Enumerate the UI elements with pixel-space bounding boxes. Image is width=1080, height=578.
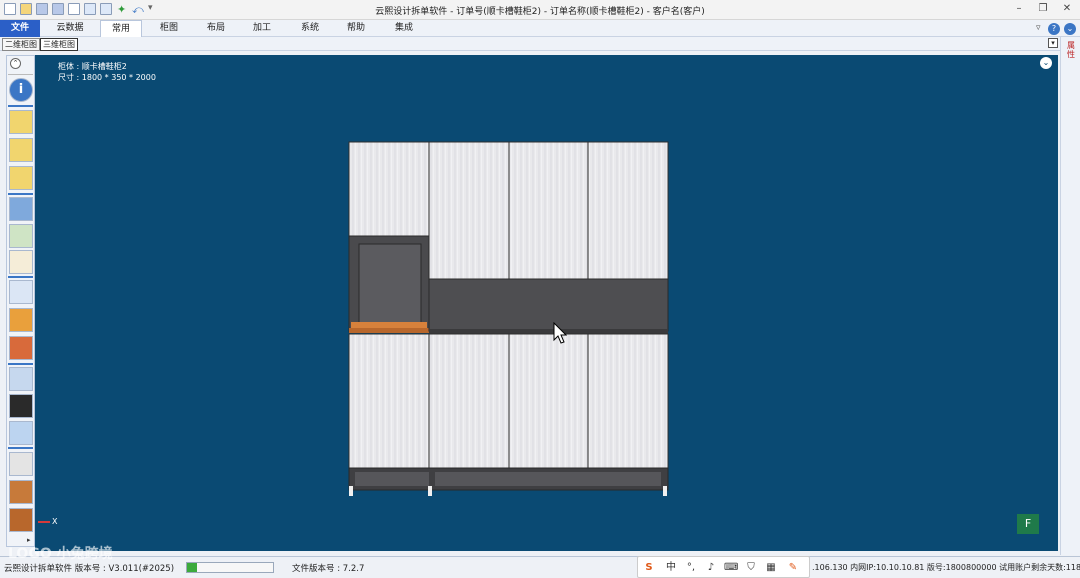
measure-icon[interactable]	[9, 250, 33, 274]
add-part-icon[interactable]	[9, 110, 33, 134]
window-title: 云熙设计拆单软件 - 订单号(顺卡槽鞋柜2) - 订单名称(顺卡槽鞋柜2) - …	[375, 7, 705, 17]
texture-icon[interactable]	[9, 480, 33, 504]
ime-chinese-mode[interactable]: 中	[664, 561, 678, 575]
tab-file[interactable]: 文件	[0, 20, 40, 37]
watermark: LOGO 小兔跨境	[8, 546, 113, 562]
grid-icon[interactable]: ▦	[764, 561, 778, 575]
delete-part-icon[interactable]	[9, 166, 33, 190]
status-bar: 云熙设计拆单软件 版本号 : V3.011(#2025) 文件版本号 : 7.2…	[0, 556, 1080, 578]
tab-2d-view[interactable]: 二维柜图	[2, 38, 40, 51]
cabinet-size: 尺寸 : 1800 * 350 * 2000	[58, 73, 156, 82]
view-menu-icon[interactable]: ▾	[1048, 38, 1058, 48]
tab-cabinet-view[interactable]: 柜图	[150, 20, 188, 37]
process-icon[interactable]	[9, 336, 33, 360]
ribbon-tabs: 文件 云数据 常用 柜图 布局 加工 系统 帮助 集成 ▿ ? ⌄	[0, 20, 1080, 37]
solid-view-icon[interactable]	[9, 508, 33, 532]
tab-common[interactable]: 常用	[100, 20, 142, 37]
tab-cloud-data[interactable]: 云数据	[48, 20, 92, 37]
cabinet-model[interactable]	[345, 140, 671, 500]
mic-icon[interactable]: ♪	[704, 561, 718, 575]
punctuation-mode[interactable]: °,	[684, 561, 698, 575]
tab-help[interactable]: 帮助	[338, 20, 374, 37]
info-icon[interactable]: i	[9, 78, 33, 102]
options-icon[interactable]: ⌄	[1064, 23, 1076, 35]
view-orientation-badge[interactable]: F	[1017, 514, 1039, 534]
tab-3d-view[interactable]: 三维柜图	[40, 38, 78, 51]
left-toolbar: ⌃ i ▸	[6, 55, 35, 547]
minimize-button[interactable]: –	[1010, 2, 1028, 16]
version-label: 云熙设计拆单软件 版本号 : V3.011(#2025)	[4, 564, 175, 574]
wireframe-icon[interactable]	[9, 452, 33, 476]
x-axis-label: X	[52, 517, 58, 526]
keyboard-icon[interactable]: ⌨	[724, 561, 738, 575]
color-mode-icon[interactable]	[9, 394, 33, 418]
panel-list-icon[interactable]	[9, 280, 33, 304]
tab-process[interactable]: 加工	[244, 20, 280, 37]
cabinet-info: 柜体 : 顺卡槽鞋柜2 尺寸 : 1800 * 350 * 2000	[58, 61, 156, 83]
tab-integration[interactable]: 集成	[386, 20, 422, 37]
tab-layout[interactable]: 布局	[198, 20, 234, 37]
property-panel-tab[interactable]: 属性	[1065, 41, 1077, 59]
help-icon[interactable]: ?	[1048, 23, 1060, 35]
tab-system[interactable]: 系统	[292, 20, 328, 37]
file-version-label: 文件版本号 : 7.2.7	[292, 564, 365, 574]
fit-view-icon[interactable]	[9, 224, 33, 248]
title-bar: ✦ ⤺ ▾ 云熙设计拆单软件 - 订单号(顺卡槽鞋柜2) - 订单名称(顺卡槽鞋…	[0, 0, 1080, 20]
close-button[interactable]: ✕	[1058, 2, 1076, 16]
sogou-icon[interactable]: S	[642, 561, 656, 575]
x-axis-indicator	[38, 521, 50, 523]
zoom-icon[interactable]	[9, 421, 33, 445]
collapse-toolbar-icon[interactable]: ⌃	[10, 58, 21, 69]
viewport-options-icon[interactable]: ⌄	[1040, 57, 1052, 69]
network-info: .106.130 内网IP:10.10.10.81 版号:1800800000 …	[812, 563, 1080, 572]
rotate-view-icon[interactable]	[9, 197, 33, 221]
right-property-strip: 属性	[1060, 37, 1080, 555]
tool-icon[interactable]: ✎	[786, 561, 800, 575]
color-material-icon[interactable]	[9, 308, 33, 332]
ime-tray: S 中 °, ♪ ⌨ ⛉ ▦ ✎	[637, 556, 810, 578]
cabinet-name: 柜体 : 顺卡槽鞋柜2	[58, 62, 127, 71]
view-tabs: 二维柜图 三维柜图 ▾	[0, 37, 1060, 51]
edit-part-icon[interactable]	[9, 138, 33, 162]
restore-button[interactable]: ❐	[1034, 2, 1052, 16]
mouse-cursor	[553, 322, 568, 344]
progress-bar	[186, 562, 274, 573]
shirt-icon[interactable]: ⛉	[744, 561, 758, 575]
render-view-icon[interactable]	[9, 367, 33, 391]
ribbon-collapse-icon[interactable]: ▿	[1036, 23, 1041, 33]
